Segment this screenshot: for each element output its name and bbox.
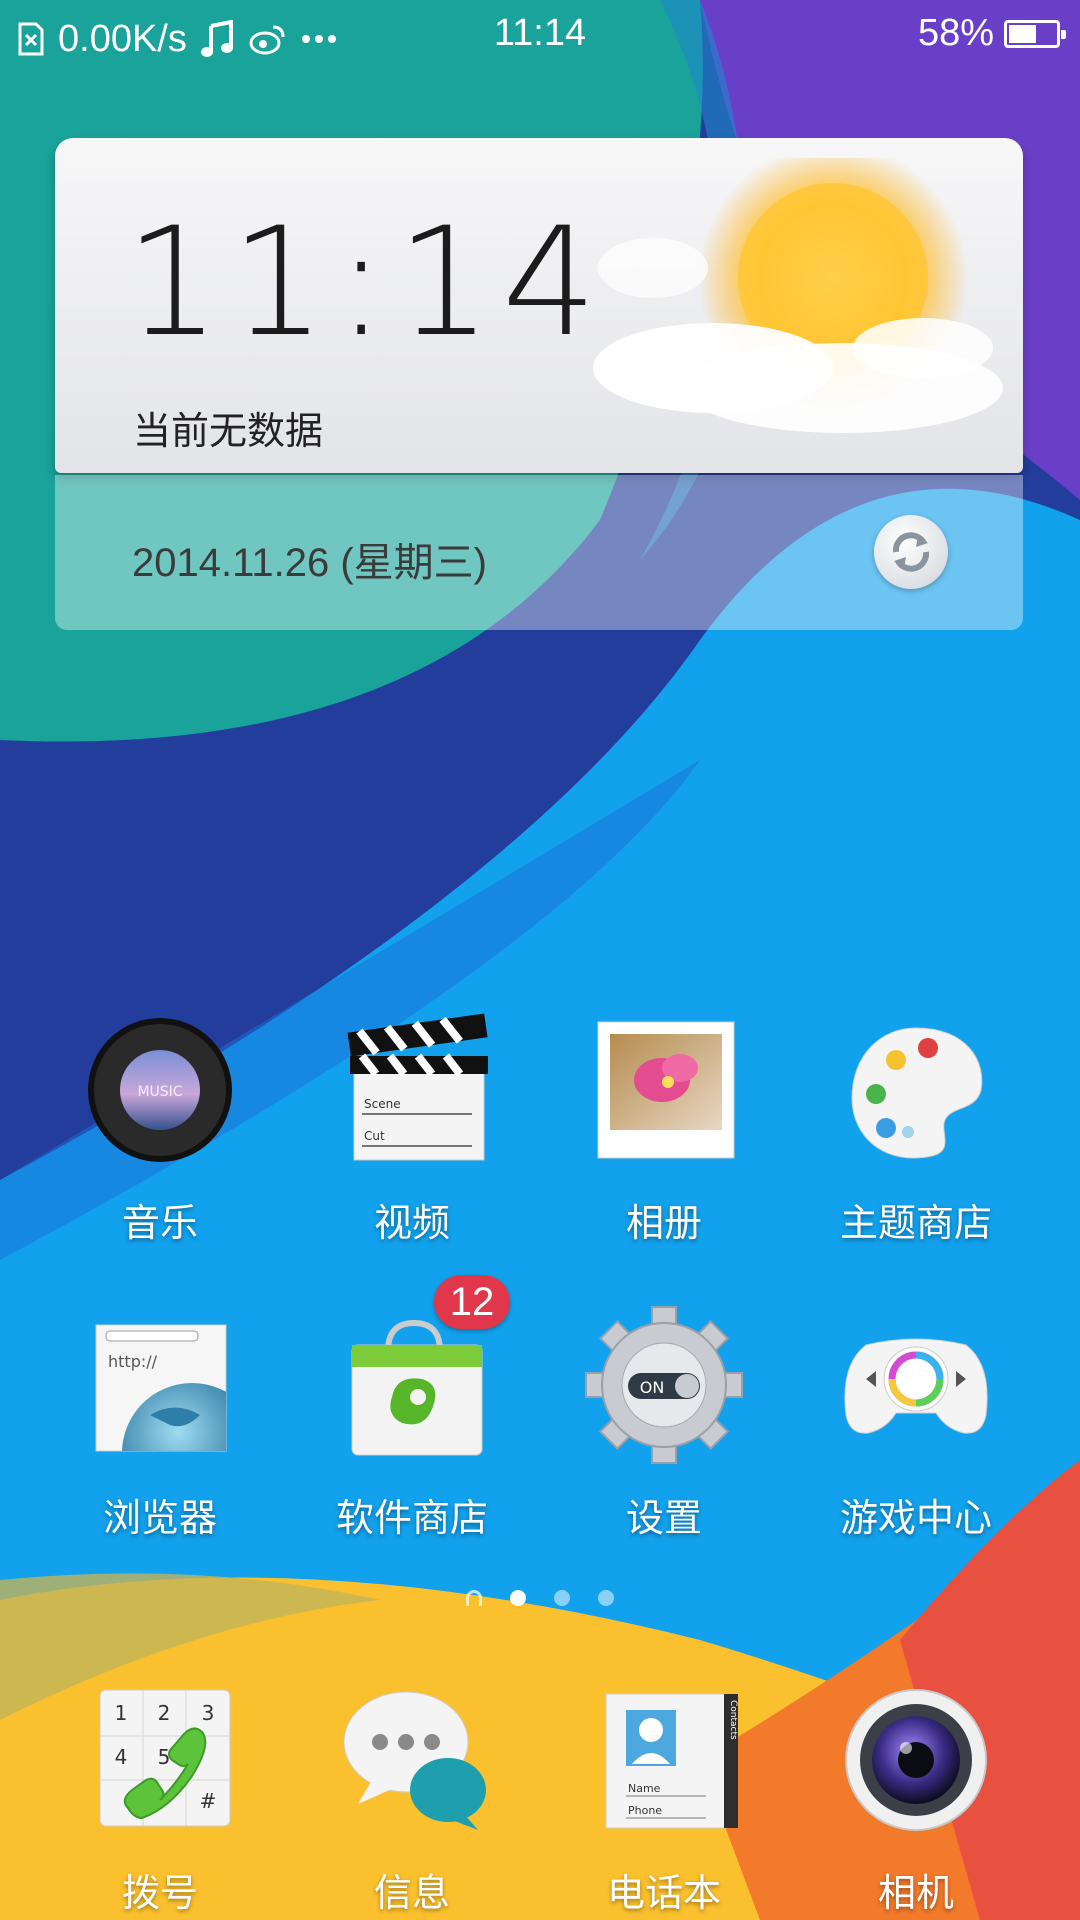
app-label: 软件商店 (335, 1496, 488, 1540)
app-browser[interactable]: http:// 浏览器 (40, 1305, 280, 1542)
music-icon-text: MUSIC (137, 1084, 182, 1100)
app-row: MUSIC 音乐 Scene Cut 视频 相册 主题商店 (0, 1010, 1080, 1305)
app-label: 相机 (877, 1871, 954, 1915)
app-label: 音乐 (121, 1201, 198, 1245)
page-dot[interactable] (510, 1590, 526, 1606)
gallery-photo-icon (597, 1021, 735, 1159)
settings-toggle-text: ON (640, 1378, 665, 1397)
app-software-store[interactable]: 12 软件商店 (292, 1275, 532, 1542)
music-icon: MUSIC (88, 1018, 232, 1162)
app-label: 视频 (373, 1201, 450, 1245)
clapper-scene-text: Scene (364, 1097, 401, 1111)
clock-weather-widget[interactable]: 11:14 当前无数据 2014.11.26 (星期三) (55, 138, 1023, 630)
app-game-center[interactable]: 游戏中心 (796, 1305, 1036, 1542)
refresh-icon (892, 532, 930, 572)
clapper-cut-text: Cut (364, 1129, 385, 1143)
dialer-key: # (200, 1789, 217, 1813)
app-label: 主题商店 (839, 1201, 992, 1245)
app-video[interactable]: Scene Cut 视频 (292, 1010, 532, 1247)
app-label: 相册 (625, 1201, 702, 1245)
page-indicator (0, 1590, 1080, 1606)
app-grid: MUSIC 音乐 Scene Cut 视频 相册 主题商店 http:// 浏览… (0, 1010, 1080, 1600)
browser-url-text: http:// (108, 1352, 158, 1371)
app-theme-store[interactable]: 主题商店 (796, 1010, 1036, 1247)
gamepad-icon (844, 1338, 988, 1434)
app-label: 设置 (625, 1496, 702, 1540)
dock: 1 2 3 4 5 # 拨号 信息 Name Phone Contacts 电话… (0, 1670, 1080, 1920)
app-settings[interactable]: ON 设置 (544, 1305, 784, 1542)
app-store-bag-icon (351, 1319, 483, 1456)
browser-globe-icon: http:// (95, 1324, 227, 1452)
battery-icon (1004, 19, 1066, 48)
dock-messages[interactable]: 信息 (292, 1680, 532, 1917)
app-label: 浏览器 (102, 1496, 217, 1540)
app-label: 拨号 (121, 1871, 198, 1915)
settings-gear-icon: ON (585, 1306, 743, 1464)
dock-camera[interactable]: 相机 (796, 1680, 1036, 1917)
battery-percent: 58% (917, 12, 994, 54)
dialer-key: 5 (158, 1745, 171, 1769)
weather-status: 当前无数据 (133, 409, 324, 453)
contacts-tab-text: Contacts (728, 1700, 738, 1740)
app-label: 信息 (373, 1871, 450, 1915)
contacts-book-icon: Name Phone Contacts (605, 1693, 738, 1829)
app-label: 游戏中心 (839, 1496, 992, 1540)
dock-dialer[interactable]: 1 2 3 4 5 # 拨号 (40, 1680, 280, 1917)
widget-clock[interactable]: 11:14 (125, 196, 607, 370)
contacts-phone-text: Phone (628, 1804, 662, 1817)
camera-lens-icon (845, 1689, 987, 1831)
dialer-key: 2 (158, 1701, 171, 1725)
theme-palette-icon (851, 1027, 983, 1159)
app-gallery[interactable]: 相册 (544, 1010, 784, 1247)
page-dot[interactable] (598, 1590, 614, 1606)
sun-cloud-icon (593, 158, 1003, 433)
video-clapper-icon: Scene Cut (347, 1013, 488, 1161)
dialer-key: 1 (115, 1701, 128, 1725)
page-dot[interactable] (554, 1590, 570, 1606)
messages-icon (343, 1691, 486, 1830)
app-row: http:// 浏览器 12 软件商店 ON 设置 游戏中心 (0, 1275, 1080, 1600)
refresh-button[interactable] (874, 515, 948, 589)
dialer-icon: 1 2 3 4 5 # (99, 1689, 231, 1827)
notification-badge: 12 (434, 1275, 510, 1329)
home-page-indicator[interactable] (466, 1590, 482, 1606)
widget-date[interactable]: 2014.11.26 (星期三) (132, 530, 487, 588)
status-bar: 0.00K/s 11:14 58% (0, 0, 1080, 78)
dock-contacts[interactable]: Name Phone Contacts 电话本 (544, 1680, 784, 1917)
dialer-key: 3 (202, 1701, 215, 1725)
app-label: 电话本 (606, 1871, 721, 1915)
app-music[interactable]: MUSIC 音乐 (40, 1010, 280, 1247)
dialer-key: 4 (115, 1745, 128, 1769)
contacts-name-text: Name (628, 1782, 661, 1795)
